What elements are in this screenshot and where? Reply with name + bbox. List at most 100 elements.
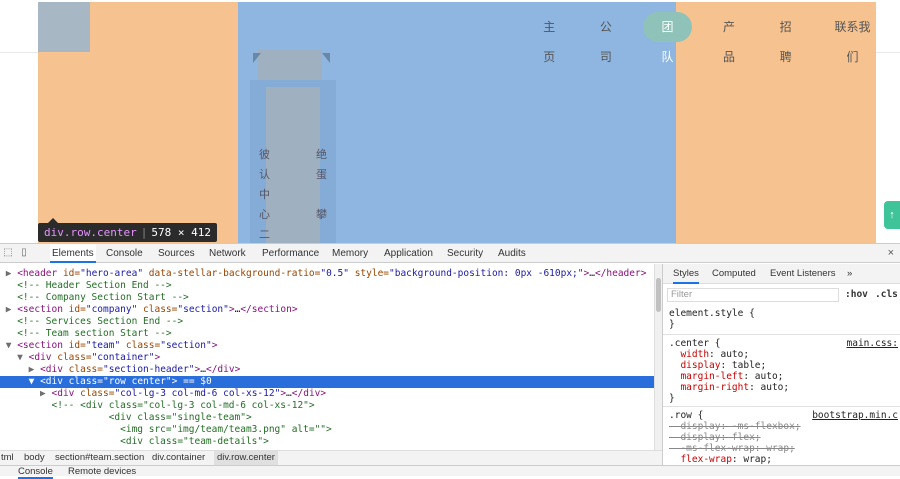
main-nav: 主页 公司 团队 产品 招聘 联系我们 bbox=[530, 12, 900, 64]
dom-node-row[interactable]: ▶ <div class="col-lg-3 col-md-6 col-xs-1… bbox=[0, 388, 654, 400]
drawer-tab-console[interactable]: Console bbox=[18, 466, 53, 479]
ribbon-left-shape bbox=[253, 53, 261, 63]
breadcrumb-item[interactable]: div.container bbox=[152, 451, 205, 465]
style-property[interactable]: flex-wrap: wrap; bbox=[669, 454, 899, 465]
rule-source-link[interactable]: main.css: bbox=[847, 338, 898, 349]
style-property[interactable]: display: -ms-flexbox; bbox=[669, 421, 899, 432]
team-text-char: 认 bbox=[259, 169, 270, 181]
inspect-element-icon[interactable]: ⬚ bbox=[2, 247, 14, 259]
expand-triangle-icon[interactable]: ▶ bbox=[40, 388, 51, 399]
expand-triangle-icon bbox=[6, 292, 17, 303]
styles-tab-computed[interactable]: Computed bbox=[712, 264, 756, 284]
nav-item[interactable]: 主页 bbox=[530, 12, 569, 64]
styles-tab-event-listeners[interactable]: Event Listeners bbox=[770, 264, 835, 284]
dom-node-row[interactable]: ▶ <header id="hero-area" data-stellar-ba… bbox=[0, 268, 654, 280]
drawer-tab-remote-devices[interactable]: Remote devices bbox=[68, 466, 136, 477]
nav-item[interactable]: 联系我们 bbox=[823, 12, 882, 64]
expand-triangle-icon bbox=[6, 280, 17, 291]
scrollbar-thumb[interactable] bbox=[656, 278, 661, 312]
dom-node-row[interactable]: <!-- Company Section Start --> bbox=[0, 292, 654, 304]
devtools-panel: ⬚ ▯ Elements Console Sources Network Perform… bbox=[0, 243, 900, 479]
page-viewport: 主页 公司 团队 产品 招聘 联系我们 彼认中心二 绝蛋攀 div.row.center | 5… bbox=[0, 0, 900, 243]
logo-placeholder[interactable] bbox=[38, 2, 90, 52]
expand-triangle-icon bbox=[109, 436, 120, 447]
rule-close: } bbox=[669, 319, 675, 330]
style-property[interactable]: width: auto; bbox=[669, 349, 899, 360]
nav-item[interactable]: 团队 bbox=[643, 12, 692, 64]
expand-triangle-icon[interactable]: ▶ bbox=[6, 304, 17, 315]
breadcrumb-item[interactable]: body bbox=[24, 451, 45, 465]
styles-filter-input[interactable]: Filter bbox=[667, 288, 839, 302]
drawer-tabbar: Console Remote devices bbox=[0, 465, 900, 479]
collapse-triangle-icon[interactable]: ▼ bbox=[17, 352, 28, 363]
rule-source-link[interactable]: bootstrap.min.c bbox=[812, 410, 898, 421]
tab-network[interactable]: Network bbox=[209, 244, 246, 263]
nav-item[interactable]: 产品 bbox=[710, 12, 749, 64]
scroll-top-button[interactable]: ↑ bbox=[884, 201, 900, 229]
tab-sources[interactable]: Sources bbox=[158, 244, 195, 263]
rule-divider bbox=[663, 406, 900, 407]
styles-tabbar: Styles Computed Event Listeners » bbox=[663, 264, 900, 284]
dom-node-row[interactable]: ▶ <section id="company" class="section">… bbox=[0, 304, 654, 316]
tab-application[interactable]: Application bbox=[384, 244, 433, 263]
collapse-triangle-icon[interactable]: ▼ bbox=[29, 376, 40, 387]
nav-item[interactable]: 公司 bbox=[587, 12, 626, 64]
tooltip-node: div.row.center bbox=[44, 226, 137, 239]
team-text-char: 攀 bbox=[316, 209, 327, 221]
team-text-char: 二 bbox=[259, 229, 270, 241]
hover-state-toggle[interactable]: :hov bbox=[845, 288, 868, 302]
dom-node-row[interactable]: <!-- Header Section End --> bbox=[0, 280, 654, 292]
elements-scrollbar[interactable] bbox=[654, 264, 662, 451]
device-toolbar-icon[interactable]: ▯ bbox=[18, 247, 30, 259]
more-tabs-icon[interactable]: » bbox=[847, 264, 852, 284]
dom-node-row[interactable]: ▶ <div class="section-header">…</div> bbox=[0, 364, 654, 376]
collapse-triangle-icon[interactable]: ▼ bbox=[6, 340, 17, 351]
dom-node-row[interactable]: <div class="single-team"> bbox=[0, 412, 654, 424]
expand-triangle-icon bbox=[109, 424, 120, 435]
nav-item[interactable]: 招聘 bbox=[766, 12, 805, 64]
dom-node-row[interactable]: <img src="img/team/team3.png" alt=""> bbox=[0, 424, 654, 436]
expand-triangle-icon[interactable]: ▶ bbox=[29, 364, 40, 375]
expand-triangle-icon[interactable]: ▶ bbox=[6, 268, 17, 279]
tab-elements[interactable]: Elements bbox=[50, 244, 96, 263]
breadcrumb-item[interactable]: tml bbox=[1, 451, 14, 465]
expand-triangle-icon bbox=[97, 412, 108, 423]
tab-audits[interactable]: Audits bbox=[498, 244, 526, 263]
dom-node-row[interactable]: <!-- <div class="col-lg-3 col-md-6 col-x… bbox=[0, 400, 654, 412]
style-property[interactable]: margin-right: auto; bbox=[669, 382, 899, 393]
team-image-placeholder bbox=[258, 50, 322, 80]
class-toggle[interactable]: .cls bbox=[875, 288, 898, 302]
dom-node-row[interactable]: ▼ <div class="row center"> == $0 bbox=[0, 376, 654, 388]
dom-node-row[interactable]: <!-- Services Section End --> bbox=[0, 316, 654, 328]
rule-divider bbox=[663, 334, 900, 335]
style-property[interactable]: -ms-flex-wrap: wrap; bbox=[669, 443, 899, 454]
dom-node-row[interactable]: ▼ <section id="team" class="section"> bbox=[0, 340, 654, 352]
rule-close: } bbox=[669, 393, 675, 404]
dom-node-row[interactable]: ▼ <div class="container"> bbox=[0, 352, 654, 364]
style-property[interactable]: display: table; bbox=[669, 360, 899, 371]
dom-node-row[interactable]: <div class="team-details"> bbox=[0, 436, 654, 448]
dom-node-row[interactable]: <!-- Team section Start --> bbox=[0, 328, 654, 340]
styles-pane: Styles Computed Event Listeners » Filter :h… bbox=[662, 264, 900, 465]
expand-triangle-icon bbox=[40, 400, 51, 411]
breadcrumb-item[interactable]: section#team.section bbox=[55, 451, 144, 465]
close-icon[interactable]: × bbox=[888, 244, 894, 263]
styles-tab-styles[interactable]: Styles bbox=[673, 264, 699, 284]
up-arrow-icon: ↑ bbox=[889, 209, 895, 221]
tab-console[interactable]: Console bbox=[106, 244, 143, 263]
tooltip-size: 578 × 412 bbox=[151, 226, 211, 239]
team-text-char: 心 bbox=[259, 209, 270, 221]
tab-memory[interactable]: Memory bbox=[332, 244, 368, 263]
tab-performance[interactable]: Performance bbox=[262, 244, 319, 263]
breadcrumb-item[interactable]: div.row.center bbox=[214, 451, 278, 465]
inspect-tooltip: div.row.center | 578 × 412 bbox=[38, 223, 217, 242]
team-details-placeholder bbox=[266, 87, 320, 243]
tab-security[interactable]: Security bbox=[447, 244, 483, 263]
expand-triangle-icon bbox=[6, 328, 17, 339]
style-property[interactable]: display: flex; bbox=[669, 432, 899, 443]
ribbon-right-shape bbox=[322, 53, 330, 63]
style-property[interactable]: margin-left: auto; bbox=[669, 371, 899, 382]
team-text-char: 绝 bbox=[316, 149, 327, 161]
team-text-char: 蛋 bbox=[316, 169, 327, 181]
devtools-tabbar: ⬚ ▯ Elements Console Sources Network Perform… bbox=[0, 244, 900, 263]
